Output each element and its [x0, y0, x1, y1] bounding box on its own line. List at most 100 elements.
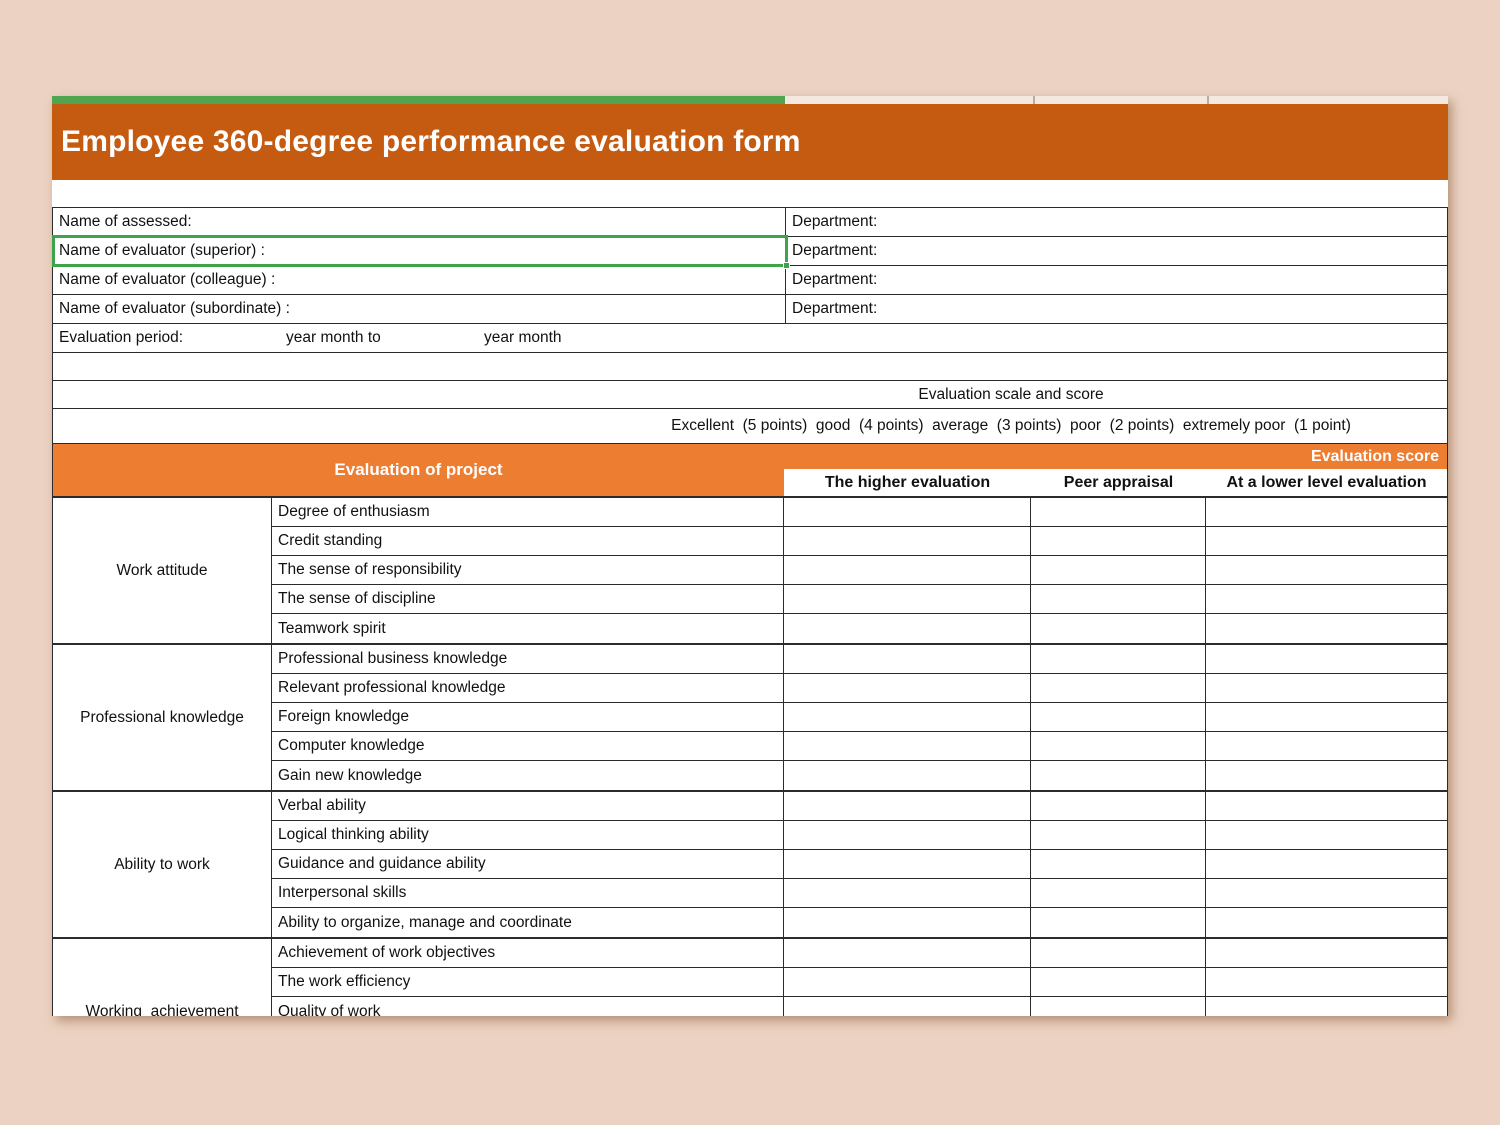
score-cell-higher[interactable]: [784, 879, 1031, 907]
item-cell[interactable]: Verbal ability: [272, 792, 784, 820]
name-cell[interactable]: Name of evaluator (superior) :: [53, 237, 786, 265]
score-subheaders: The higher evaluation Peer appraisal At …: [784, 469, 1447, 496]
score-cell-lower[interactable]: [1206, 732, 1447, 760]
department-cell[interactable]: Department:: [786, 295, 1447, 323]
score-cell-peer[interactable]: [1031, 939, 1206, 967]
table-row: Gain new knowledge: [272, 761, 1447, 790]
item-cell[interactable]: Foreign knowledge: [272, 703, 784, 731]
score-cell-higher[interactable]: [784, 968, 1031, 996]
item-cell[interactable]: Interpersonal skills: [272, 879, 784, 907]
score-cell-lower[interactable]: [1206, 556, 1447, 584]
name-cell[interactable]: Name of assessed:: [53, 208, 786, 236]
item-cell[interactable]: The work efficiency: [272, 968, 784, 996]
item-cell[interactable]: The sense of discipline: [272, 585, 784, 613]
item-cell[interactable]: Teamwork spirit: [272, 614, 784, 643]
score-cell-peer[interactable]: [1031, 761, 1206, 790]
department-cell[interactable]: Department:: [786, 208, 1447, 236]
score-cell-lower[interactable]: [1206, 674, 1447, 702]
score-cell-lower[interactable]: [1206, 939, 1447, 967]
score-cell-higher[interactable]: [784, 850, 1031, 878]
category-cell[interactable]: Working achievement: [53, 939, 272, 1016]
score-cell-peer[interactable]: [1031, 968, 1206, 996]
score-cell-peer[interactable]: [1031, 556, 1206, 584]
score-cell-peer[interactable]: [1031, 645, 1206, 673]
form-title: Employee 360-degree performance evaluati…: [52, 125, 801, 159]
score-cell-lower[interactable]: [1206, 850, 1447, 878]
name-cell[interactable]: Name of evaluator (colleague) :: [53, 266, 786, 294]
score-cell-higher[interactable]: [784, 645, 1031, 673]
department-cell[interactable]: Department:: [786, 237, 1447, 265]
item-cell[interactable]: Credit standing: [272, 527, 784, 555]
score-cell-lower[interactable]: [1206, 792, 1447, 820]
item-cell[interactable]: Relevant professional knowledge: [272, 674, 784, 702]
score-cell-higher[interactable]: [784, 997, 1031, 1016]
score-header-cell[interactable]: Evaluation score: [784, 444, 1447, 469]
score-cell-peer[interactable]: [1031, 585, 1206, 613]
table-row: Computer knowledge: [272, 732, 1447, 761]
score-cell-higher[interactable]: [784, 792, 1031, 820]
score-cell-peer[interactable]: [1031, 850, 1206, 878]
score-cell-peer[interactable]: [1031, 614, 1206, 643]
score-cell-peer[interactable]: [1031, 792, 1206, 820]
score-cell-lower[interactable]: [1206, 761, 1447, 790]
score-cell-lower[interactable]: [1206, 614, 1447, 643]
score-cell-peer[interactable]: [1031, 997, 1206, 1016]
score-cell-lower[interactable]: [1206, 968, 1447, 996]
subheader-higher-evaluation[interactable]: The higher evaluation: [784, 469, 1031, 496]
score-cell-lower[interactable]: [1206, 997, 1447, 1016]
score-cell-higher[interactable]: [784, 703, 1031, 731]
score-cell-higher[interactable]: [784, 908, 1031, 937]
score-cell-peer[interactable]: [1031, 732, 1206, 760]
score-cell-higher[interactable]: [784, 939, 1031, 967]
score-cell-higher[interactable]: [784, 821, 1031, 849]
score-cell-peer[interactable]: [1031, 908, 1206, 937]
empty-row[interactable]: [53, 353, 1447, 381]
score-cell-higher[interactable]: [784, 498, 1031, 526]
item-cell[interactable]: Computer knowledge: [272, 732, 784, 760]
item-cell[interactable]: Guidance and guidance ability: [272, 850, 784, 878]
score-cell-peer[interactable]: [1031, 821, 1206, 849]
item-cell[interactable]: Gain new knowledge: [272, 761, 784, 790]
score-cell-higher[interactable]: [784, 761, 1031, 790]
score-cell-lower[interactable]: [1206, 585, 1447, 613]
score-cell-lower[interactable]: [1206, 645, 1447, 673]
score-cell-peer[interactable]: [1031, 674, 1206, 702]
score-cell-higher[interactable]: [784, 674, 1031, 702]
item-cell[interactable]: Degree of enthusiasm: [272, 498, 784, 526]
score-cell-lower[interactable]: [1206, 908, 1447, 937]
scale-title-row[interactable]: Evaluation scale and score: [53, 381, 1447, 409]
score-cell-lower[interactable]: [1206, 527, 1447, 555]
score-cell-peer[interactable]: [1031, 527, 1206, 555]
evaluation-period-row[interactable]: Evaluation period: year month to year mo…: [53, 324, 1447, 353]
score-cell-lower[interactable]: [1206, 879, 1447, 907]
category-cell[interactable]: Work attitude: [53, 498, 272, 643]
table-row: Credit standing: [272, 527, 1447, 556]
column-edge-strip: [785, 96, 1448, 104]
score-cell-higher[interactable]: [784, 585, 1031, 613]
score-cell-higher[interactable]: [784, 732, 1031, 760]
name-cell[interactable]: Name of evaluator (subordinate) :: [53, 295, 786, 323]
score-cell-peer[interactable]: [1031, 703, 1206, 731]
score-cell-higher[interactable]: [784, 527, 1031, 555]
item-cell[interactable]: Logical thinking ability: [272, 821, 784, 849]
project-header-cell[interactable]: Evaluation of project: [53, 444, 784, 496]
item-cell[interactable]: Achievement of work objectives: [272, 939, 784, 967]
item-cell[interactable]: The sense of responsibility: [272, 556, 784, 584]
score-cell-lower[interactable]: [1206, 821, 1447, 849]
item-cell[interactable]: Quality of work: [272, 997, 784, 1016]
score-cell-lower[interactable]: [1206, 703, 1447, 731]
item-cell[interactable]: Professional business knowledge: [272, 645, 784, 673]
scale-levels-row[interactable]: Excellent (5 points) good (4 points) ave…: [53, 409, 1447, 444]
score-cell-lower[interactable]: [1206, 498, 1447, 526]
category-cell[interactable]: Ability to work: [53, 792, 272, 937]
department-cell[interactable]: Department:: [786, 266, 1447, 294]
score-cell-peer[interactable]: [1031, 879, 1206, 907]
subheader-peer-appraisal[interactable]: Peer appraisal: [1031, 469, 1206, 496]
category-group: Professional knowledgeProfessional busin…: [53, 645, 1447, 792]
score-cell-higher[interactable]: [784, 556, 1031, 584]
category-cell[interactable]: Professional knowledge: [53, 645, 272, 790]
score-cell-higher[interactable]: [784, 614, 1031, 643]
score-cell-peer[interactable]: [1031, 498, 1206, 526]
subheader-lower-level-evaluation[interactable]: At a lower level evaluation: [1206, 469, 1447, 496]
item-cell[interactable]: Ability to organize, manage and coordina…: [272, 908, 784, 937]
